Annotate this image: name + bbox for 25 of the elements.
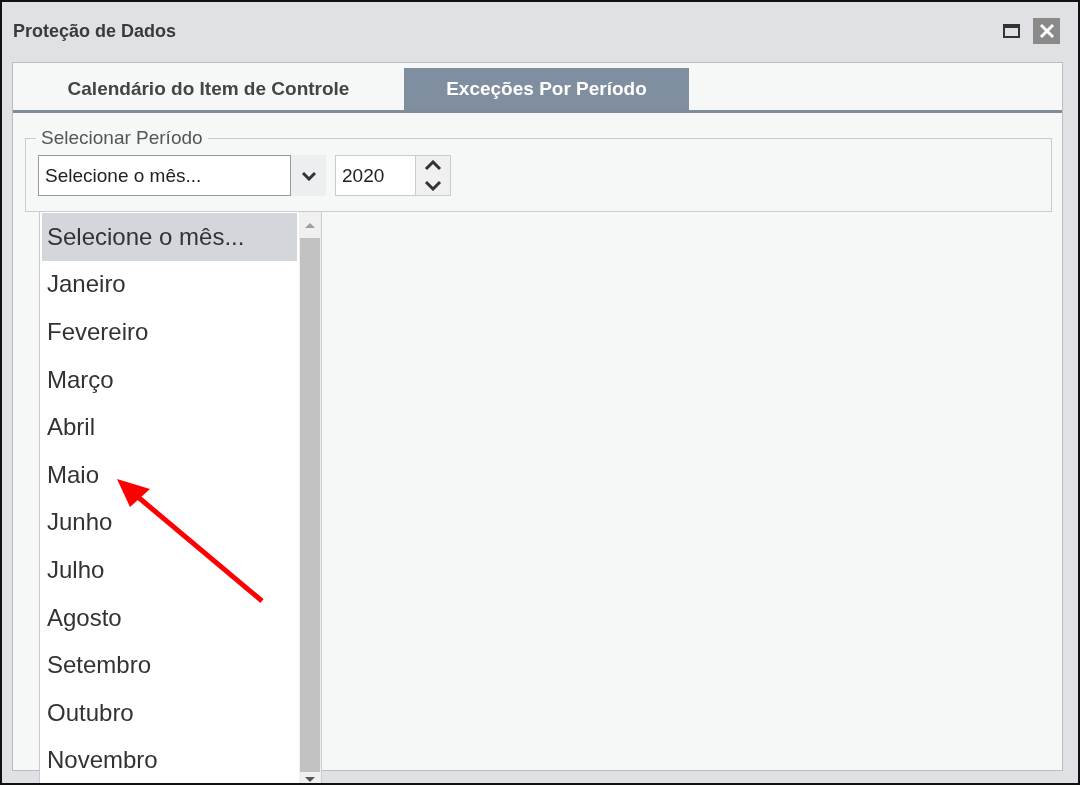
month-option[interactable]: Junho [42, 498, 297, 547]
chevron-up-icon [424, 160, 442, 172]
month-option[interactable]: Maio [42, 450, 297, 499]
chevron-down-icon [300, 170, 317, 181]
group-legend: Selecionar Período [36, 127, 208, 149]
chevron-down-icon [424, 179, 442, 191]
month-option[interactable]: Agosto [42, 593, 297, 642]
month-option[interactable]: Janeiro [42, 260, 297, 309]
close-icon [1038, 23, 1055, 39]
maximize-icon[interactable] [1003, 24, 1020, 38]
month-option[interactable]: Abril [42, 403, 297, 451]
month-option[interactable]: Julho [42, 546, 297, 594]
tab[interactable]: Calendário do Item de Controle [13, 68, 404, 110]
dropdown-button[interactable] [291, 155, 326, 196]
year-spinner[interactable]: 2020 [335, 155, 451, 196]
month-option[interactable]: Selecione o mês... [42, 213, 297, 261]
month-select[interactable]: Selecione o mês... [38, 155, 291, 196]
scroll-down-icon[interactable] [304, 776, 316, 783]
month-option[interactable]: Outubro [42, 688, 297, 737]
close-button[interactable] [1033, 18, 1060, 44]
window-title: Proteção de Dados [13, 20, 178, 42]
month-option[interactable]: Setembro [42, 641, 297, 689]
month-option[interactable]: Março [42, 355, 297, 404]
month-option[interactable]: Novembro [42, 736, 297, 783]
month-option[interactable]: Fevereiro [42, 308, 297, 356]
